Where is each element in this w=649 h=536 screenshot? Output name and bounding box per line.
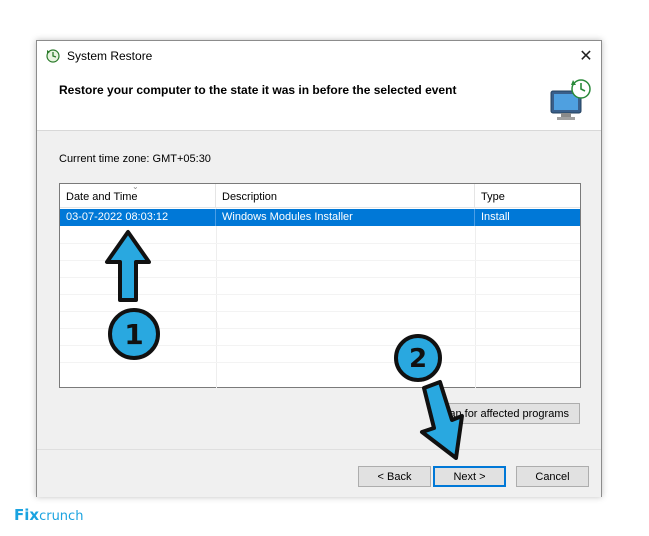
row-description: Windows Modules Installer: [216, 209, 475, 226]
scan-affected-programs-button[interactable]: an for affected programs: [447, 403, 580, 424]
back-button[interactable]: < Back: [358, 466, 431, 487]
list-rows: 03-07-2022 08:03:12 Windows Modules Inst…: [60, 208, 580, 388]
close-button[interactable]: ✕: [571, 41, 601, 71]
column-header-description[interactable]: Description: [216, 184, 475, 208]
row-divider: [60, 362, 580, 363]
row-divider: [60, 260, 580, 261]
restore-computer-icon: [550, 79, 591, 120]
row-divider: [60, 345, 580, 346]
title-bar: System Restore ✕: [37, 41, 601, 71]
sort-chevron-icon: ⌄: [132, 182, 139, 191]
system-restore-icon: [46, 49, 60, 63]
cancel-button[interactable]: Cancel: [516, 466, 589, 487]
restore-points-list[interactable]: ⌄ Date and Time Description Type 03-07-2…: [59, 182, 581, 388]
row-divider: [60, 294, 580, 295]
system-restore-dialog: System Restore ✕ Restore your computer t…: [36, 40, 602, 497]
row-divider: [60, 277, 580, 278]
table-row[interactable]: 03-07-2022 08:03:12 Windows Modules Inst…: [60, 209, 580, 226]
close-icon: ✕: [579, 48, 593, 65]
list-header: ⌄ Date and Time Description Type: [60, 182, 580, 208]
dialog-footer: < Back Next > Cancel: [37, 449, 601, 497]
row-divider: [60, 311, 580, 312]
timezone-label: Current time zone: GMT+05:30: [59, 153, 211, 165]
row-divider: [60, 328, 580, 329]
column-header-type[interactable]: Type: [475, 184, 580, 208]
column-header-date[interactable]: ⌄ Date and Time: [60, 182, 216, 208]
row-divider: [60, 243, 580, 244]
header-instruction: Restore your computer to the state it wa…: [59, 83, 457, 97]
fixcrunch-logo: Fixcrunch: [14, 506, 84, 524]
window-title: System Restore: [67, 49, 153, 63]
row-type: Install: [481, 211, 510, 223]
row-date: 03-07-2022 08:03:12: [60, 209, 216, 226]
dialog-header: Restore your computer to the state it wa…: [37, 71, 601, 131]
next-button[interactable]: Next >: [433, 466, 506, 487]
